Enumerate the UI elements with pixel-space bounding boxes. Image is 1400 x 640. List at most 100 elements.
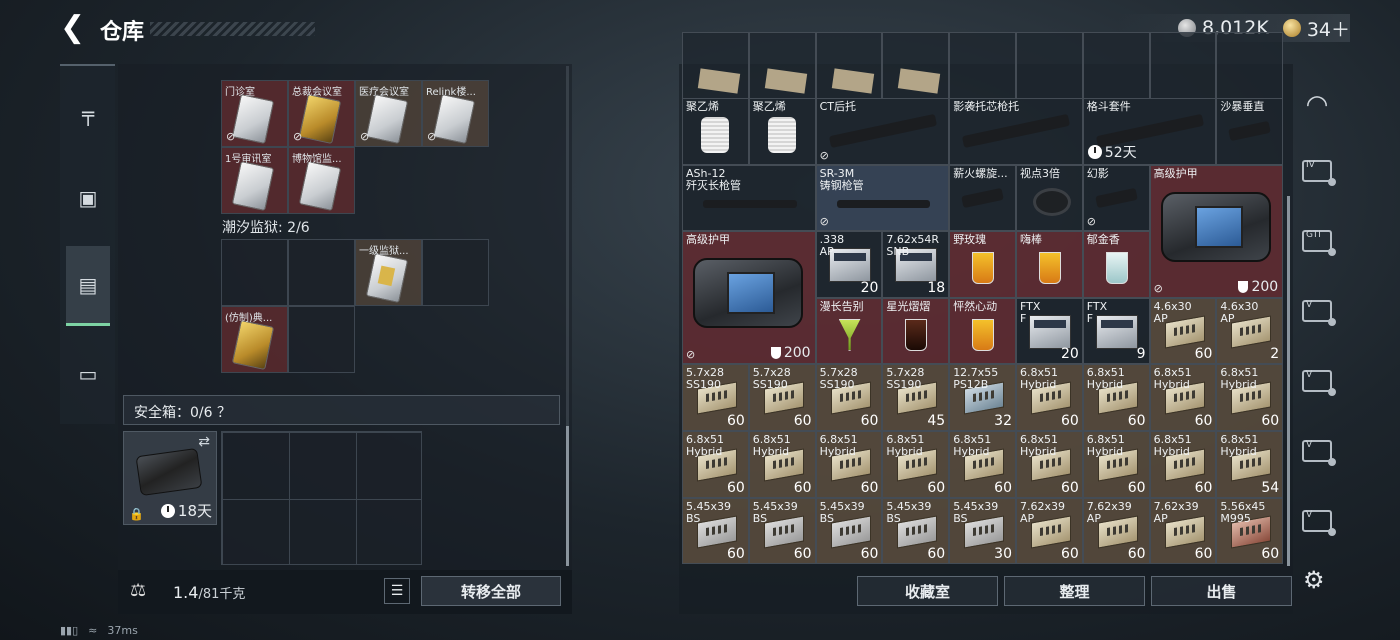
stash-item[interactable]: 7.62x39 AP 60 — [1016, 497, 1083, 565]
stash-item[interactable]: 6.8x51 Hybrid 60 — [1149, 431, 1217, 498]
stash-item[interactable]: 聚乙烯 — [748, 98, 816, 165]
empty-slot[interactable] — [422, 239, 489, 306]
safe-box-title[interactable]: 安全箱：0/6 ？ — [134, 402, 231, 422]
backpack-icon[interactable]: ▣ — [68, 178, 108, 218]
stash-item[interactable]: 5.7x28 SS190 45 — [882, 364, 950, 431]
stash-slot-partial[interactable] — [949, 32, 1016, 99]
keycard-label: 一级监狱... — [359, 246, 409, 257]
back-arrow-icon[interactable]: ❮ — [60, 13, 90, 44]
stash-item[interactable]: 5.7x28 SS190 60 — [815, 364, 883, 431]
stash-item[interactable]: 7.62x54R SNB 18 — [882, 231, 950, 298]
stash-item[interactable]: 野玫瑰 — [949, 231, 1016, 298]
prison-key-item[interactable]: (仿制)典... — [221, 306, 288, 373]
stash-tab-icon[interactable]: IV — [1300, 154, 1336, 188]
stash-slot-partial[interactable] — [815, 32, 883, 99]
stash-item[interactable]: 5.45x39 BS 60 — [748, 497, 816, 565]
stash-item[interactable]: 6.8x51 Hybrid 60 — [815, 431, 883, 498]
stash-tab-icon[interactable]: V — [1300, 364, 1336, 398]
stash-item[interactable]: 6.8x51 Hybrid 60 — [1082, 364, 1150, 431]
stash-slot-partial[interactable] — [1016, 32, 1083, 99]
stash-slot-partial[interactable] — [748, 32, 816, 99]
safe-box-item[interactable]: ⇄ 🔒 18天 — [123, 431, 217, 525]
sort-button[interactable]: 整理 — [1004, 576, 1145, 606]
keycard-item[interactable]: 门诊室 ⊘ — [221, 80, 288, 147]
stash-item[interactable]: CT后托 ⊘ — [815, 98, 950, 165]
stash-item[interactable]: 7.62x39 AP 60 — [1149, 497, 1217, 565]
stash-item[interactable]: 6.8x51 Hybrid 60 — [1016, 364, 1083, 431]
stash-item[interactable]: 6.8x51 Hybrid 60 — [748, 431, 816, 498]
list-view-button[interactable]: ☰ — [384, 578, 410, 604]
stash-item[interactable]: 6.8x51 Hybrid 60 — [1082, 431, 1150, 498]
stash-item[interactable]: 沙暴垂直 — [1216, 98, 1284, 165]
safe-box-slots[interactable] — [221, 431, 422, 565]
keycard-item[interactable]: Relink楼... ⊘ — [422, 80, 489, 147]
stash-item[interactable]: 12.7x55 PS12B 32 — [949, 364, 1016, 431]
stash-item[interactable]: 6.8x51 Hybrid 60 — [882, 431, 950, 498]
right-scrollbar[interactable] — [1287, 196, 1290, 566]
stash-slot-partial[interactable] — [882, 32, 950, 99]
stash-item[interactable]: 5.45x39 BS 60 — [815, 497, 883, 565]
left-scrollbar[interactable] — [566, 66, 569, 566]
transfer-all-button[interactable]: 转移全部 — [421, 576, 561, 606]
stash-tab-icon[interactable]: V — [1300, 504, 1336, 538]
sell-button[interactable]: 出售 — [1151, 576, 1292, 606]
gear-icon[interactable]: ⚙ — [1303, 566, 1325, 594]
swap-icon[interactable]: ⇄ — [198, 434, 210, 450]
stash-item[interactable]: 聚乙烯 — [682, 98, 749, 165]
stash-item[interactable]: 5.56x45 M995 60 — [1216, 497, 1284, 565]
stash-item[interactable]: 4.6x30 AP 60 — [1149, 297, 1217, 365]
stash-item[interactable]: 高级护甲 200 ⊘ — [682, 231, 816, 365]
stash-item[interactable]: 影袭托芯枪托 — [949, 98, 1083, 165]
stash-item[interactable]: 5.45x39 BS 30 — [949, 497, 1016, 565]
stash-item[interactable]: 6.8x51 Hybrid 60 — [1216, 364, 1284, 431]
stash-tab-icon[interactable]: GTI — [1300, 224, 1336, 258]
stash-item[interactable]: 5.45x39 BS 60 — [682, 497, 749, 565]
prison-key-item[interactable]: 一级监狱... — [355, 239, 422, 306]
stash-slot-partial[interactable] — [1216, 32, 1284, 99]
stash-tab-main-icon[interactable]: ◠ — [1300, 88, 1334, 122]
keycard-item[interactable]: 医疗会议室 ⊘ — [355, 80, 422, 147]
stash-item[interactable]: 幻影 ⊘ — [1082, 164, 1150, 232]
stash-item[interactable]: ASh-12 歼灭长枪管 — [682, 164, 816, 232]
stash-item[interactable]: 郁金香 — [1082, 231, 1150, 298]
stash-item[interactable]: 嗨棒 — [1016, 231, 1083, 298]
keycard-item[interactable]: 博物馆监... — [288, 147, 355, 214]
stash-slot-partial[interactable] — [1149, 32, 1217, 99]
stash-item[interactable]: 视点3倍 — [1016, 164, 1083, 232]
stash-item[interactable]: 薪火螺旋... — [949, 164, 1016, 232]
stash-item[interactable]: 5.7x28 SS190 60 — [682, 364, 749, 431]
stash-item[interactable]: SR-3M 铸钢枪管 ⊘ — [815, 164, 950, 232]
stash-item[interactable]: FTX F 20 — [1016, 297, 1083, 365]
weapon-icon[interactable]: ╤ — [68, 94, 108, 134]
stash-actions: 收藏室 整理 出售 — [857, 576, 1292, 606]
stash-item[interactable]: 5.7x28 SS190 60 — [748, 364, 816, 431]
stash-item[interactable]: FTX F 9 — [1082, 297, 1150, 365]
stash-tab-icon[interactable]: V — [1300, 294, 1336, 328]
stash-item[interactable]: 7.62x39 AP 60 — [1082, 497, 1150, 565]
stash-tab-icon[interactable]: V — [1300, 434, 1336, 468]
stash-item[interactable]: 6.8x51 Hybrid 60 — [682, 431, 749, 498]
stash-slot-partial[interactable] — [682, 32, 749, 99]
stash-item[interactable]: 漫长告别 — [815, 297, 883, 365]
stash-slot-partial[interactable] — [1082, 32, 1150, 99]
stash-item[interactable]: 格斗套件 52天 — [1082, 98, 1217, 165]
stash-item[interactable]: 6.8x51 Hybrid 60 — [1016, 431, 1083, 498]
stash-item[interactable]: 星光熠熠 — [882, 297, 950, 365]
container-icon[interactable]: ▤ — [66, 246, 110, 326]
keycard-item[interactable]: 1号审讯室 — [221, 147, 288, 214]
keycard-item[interactable]: 总裁会议室 ⊘ — [288, 80, 355, 147]
stash-item[interactable]: .338 AP 20 — [815, 231, 883, 298]
toolbox-icon[interactable]: ▭ — [68, 354, 108, 394]
empty-slot[interactable] — [288, 306, 355, 373]
stash-item[interactable]: 5.45x39 BS 60 — [882, 497, 950, 565]
stash-item[interactable]: 怦然心动 — [949, 297, 1016, 365]
collection-room-button[interactable]: 收藏室 — [857, 576, 998, 606]
stash-item[interactable]: 6.8x51 Hybrid 54 — [1216, 431, 1284, 498]
stash-item[interactable]: 6.8x51 Hybrid 60 — [949, 431, 1016, 498]
empty-slot[interactable] — [221, 239, 288, 306]
stash-item[interactable]: 高级护甲 200 ⊘ — [1149, 164, 1284, 298]
stash-item[interactable]: 6.8x51 Hybrid 60 — [1149, 364, 1217, 431]
gold-currency[interactable]: 34＋ — [1282, 15, 1350, 42]
stash-item[interactable]: 4.6x30 AP 2 — [1216, 297, 1284, 365]
empty-slot[interactable] — [288, 239, 355, 306]
